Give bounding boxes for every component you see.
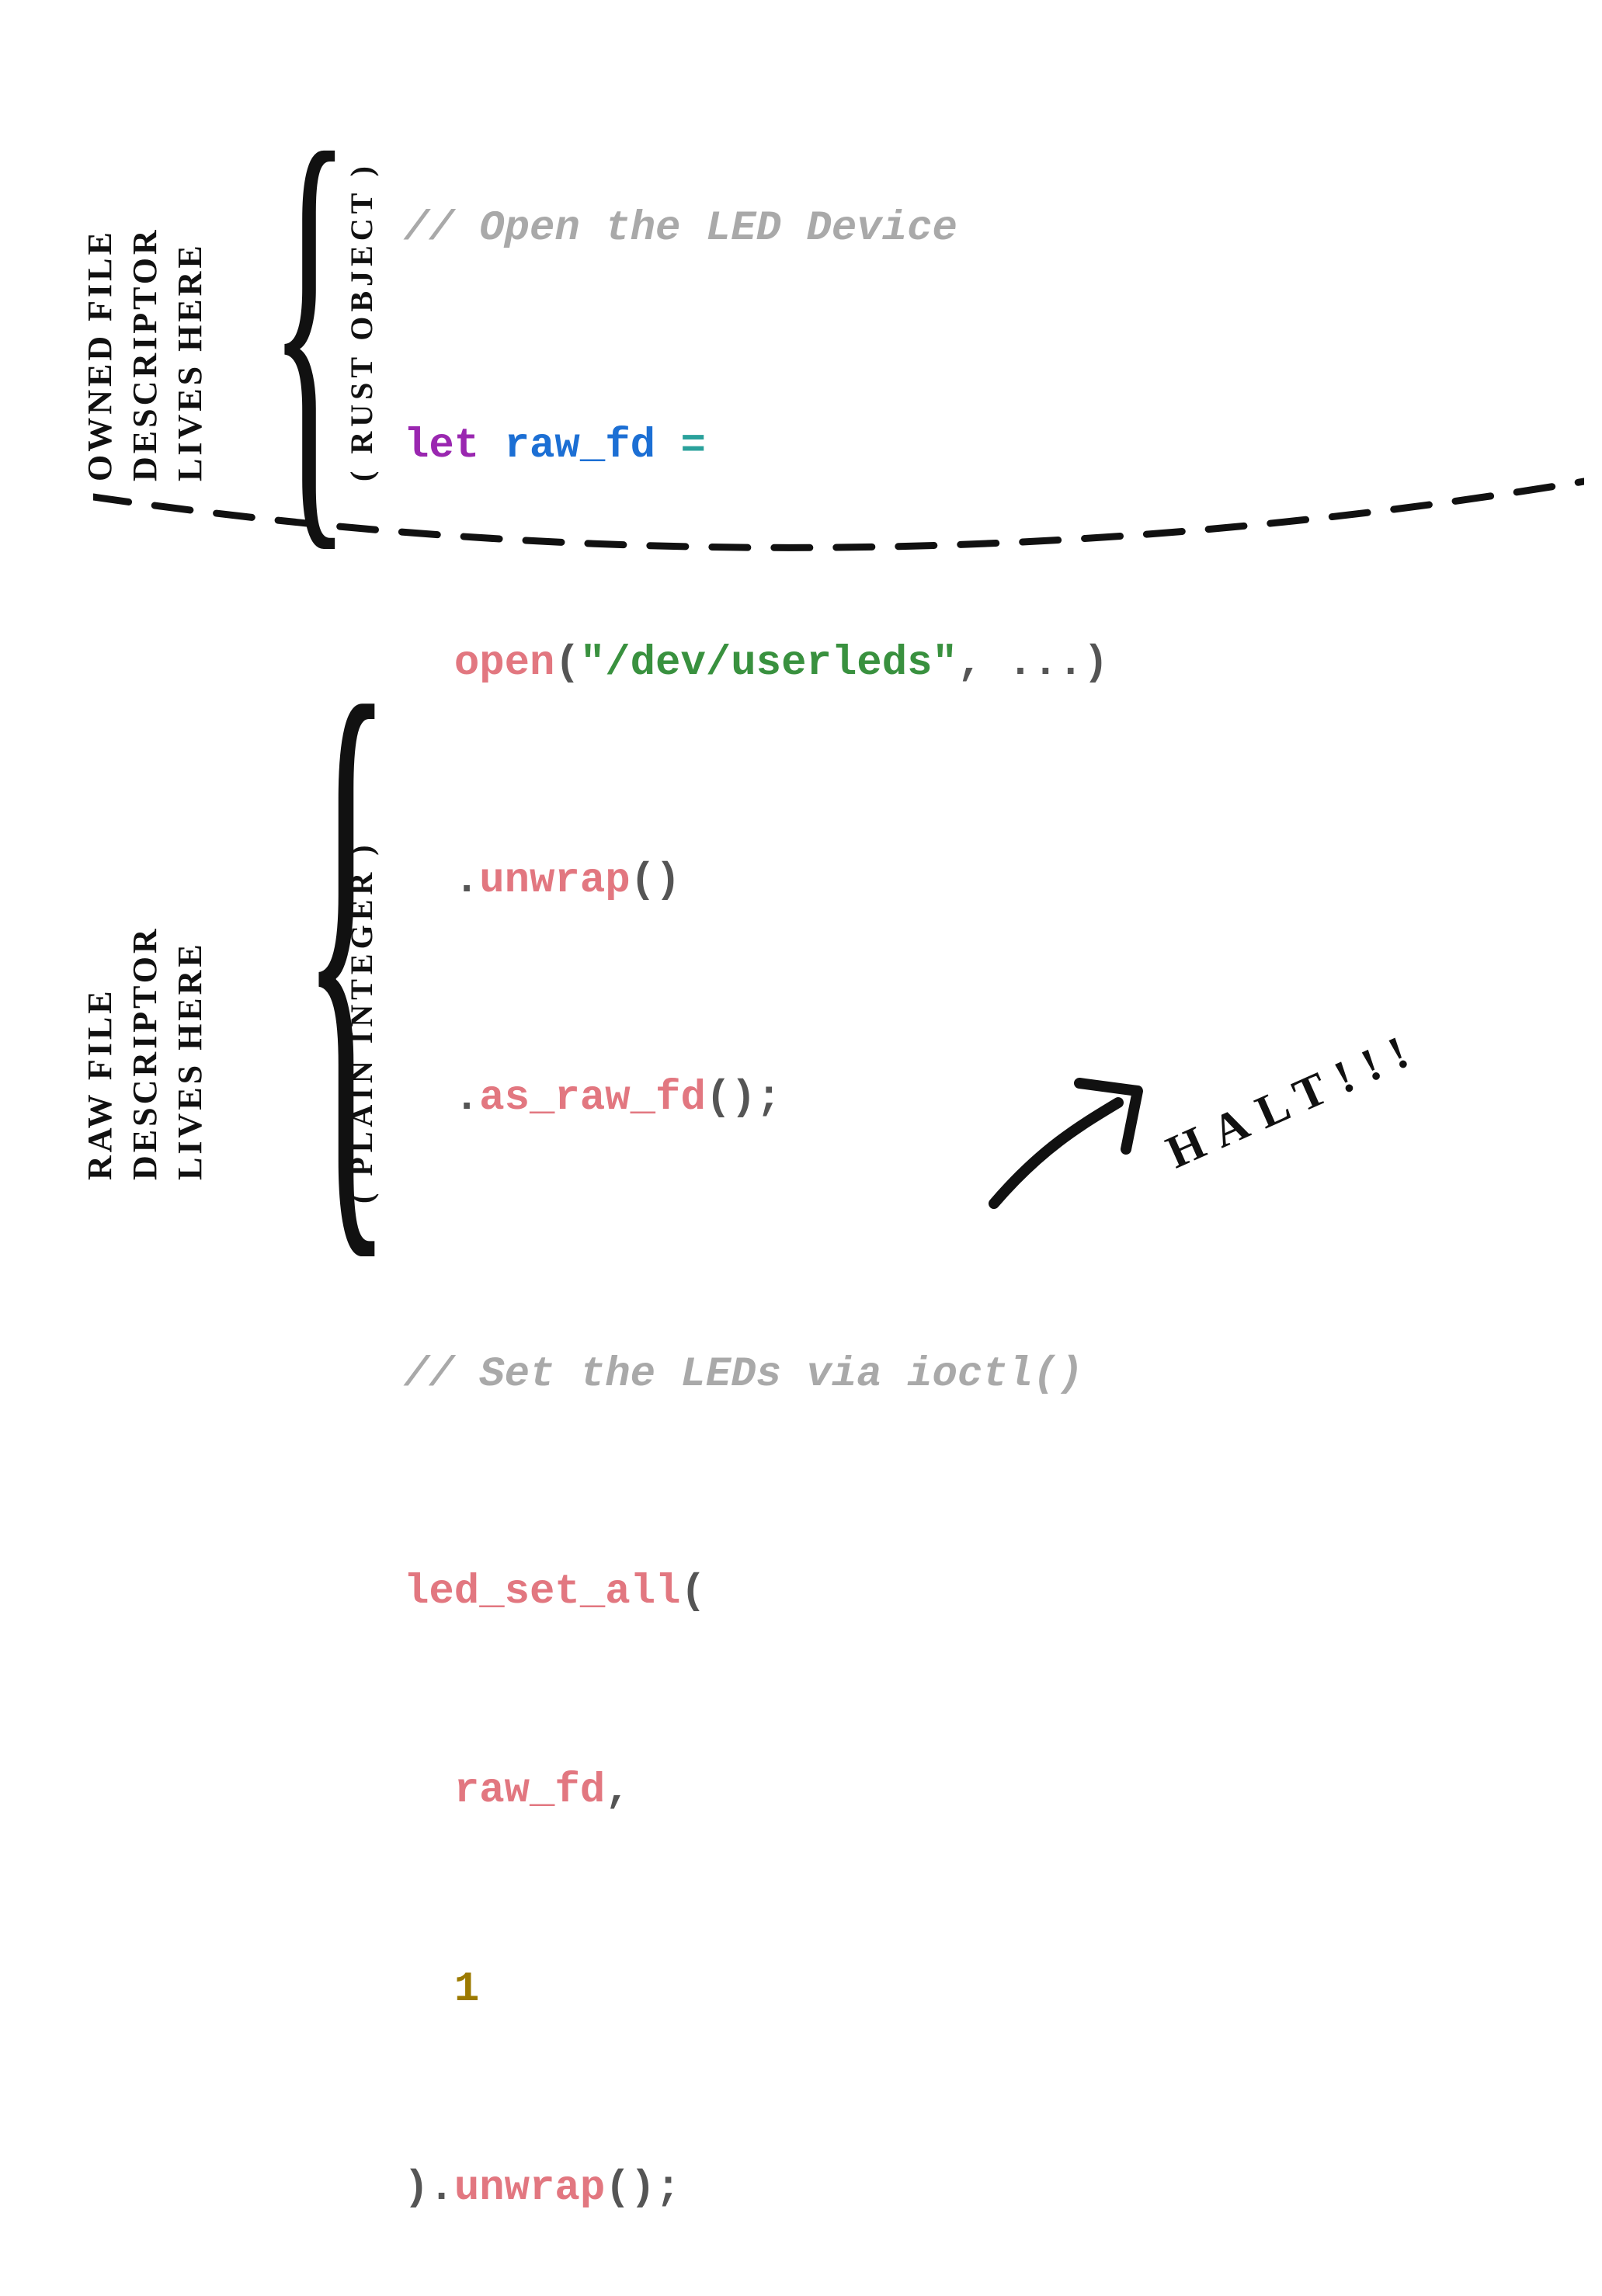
diagram-root: OWNED FILE DESCRIPTOR LIVES HERE ( RUST … xyxy=(0,0,1602,1339)
code-dot-3: . xyxy=(429,2165,453,2212)
code-ellipsis: ... xyxy=(1008,640,1083,687)
code-arg-rawfd: raw_fd xyxy=(454,1767,605,1815)
code-dot-1: . xyxy=(454,857,479,905)
code-ident-rawfd: raw_fd xyxy=(505,422,655,470)
label-owned-file-l3: LIVES HERE xyxy=(171,242,209,481)
label-raw-file: RAW FILE DESCRIPTOR LIVES HERE xyxy=(78,926,213,1180)
brace-bottom: { xyxy=(302,559,392,1327)
code-keyword-let: let xyxy=(404,422,479,470)
code-paren-open-r: ) xyxy=(1083,640,1108,687)
code-paren-unwrap-1: () xyxy=(631,857,681,905)
code-paren-open-l: ( xyxy=(554,640,579,687)
code-semi-2: ; xyxy=(655,2165,680,2212)
code-dot-2: . xyxy=(454,1075,479,1122)
halt-annotation: HALT!!! xyxy=(978,947,1522,1258)
code-comma-1: , xyxy=(957,640,982,687)
code-semi-1: ; xyxy=(756,1075,781,1122)
code-paren-led-l: ( xyxy=(680,1568,705,1616)
code-number-1: 1 xyxy=(454,1966,479,2013)
code-paren-led-r: ) xyxy=(404,2165,429,2212)
code-paren-unwrap-2: () xyxy=(605,2165,655,2212)
label-owned-file-l1: OWNED FILE xyxy=(81,229,119,481)
code-fn-asrawfd: as_raw_fd xyxy=(479,1075,706,1122)
code-fn-unwrap-2: unwrap xyxy=(454,2165,605,2212)
code-comment-open: // Open the LED Device xyxy=(404,205,957,252)
code-fn-ledsetall: led_set_all xyxy=(404,1568,680,1616)
label-raw-file-l3: LIVES HERE xyxy=(171,941,209,1180)
code-fn-unwrap-1: unwrap xyxy=(479,857,630,905)
label-owned-file: OWNED FILE DESCRIPTOR LIVES HERE xyxy=(78,227,213,481)
code-string-path: "/dev/userleds" xyxy=(580,640,957,687)
code-paren-asrawfd: () xyxy=(706,1075,756,1122)
code-fn-open: open xyxy=(454,640,555,687)
code-comment-ioctl: // Set the LEDs via ioctl() xyxy=(404,1351,1083,1398)
code-comma-2: , xyxy=(605,1767,630,1815)
label-raw-file-l2: DESCRIPTOR xyxy=(126,926,164,1180)
code-op-eq: = xyxy=(680,422,705,470)
label-raw-file-l1: RAW FILE xyxy=(81,988,119,1180)
label-owned-file-l2: DESCRIPTOR xyxy=(126,227,164,481)
